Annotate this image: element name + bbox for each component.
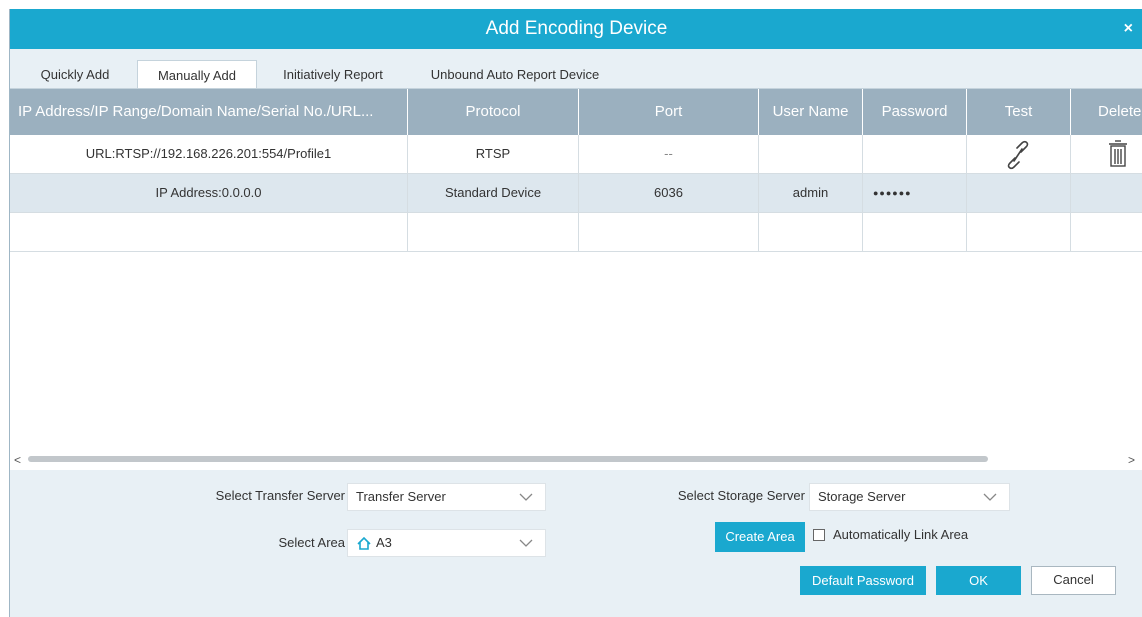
area-value: A3 [376,535,392,550]
trash-icon[interactable] [1107,139,1129,169]
header-address: IP Address/IP Range/Domain Name/Serial N… [10,89,408,135]
ok-button[interactable]: OK [936,566,1021,595]
auto-link-checkbox[interactable] [813,529,825,541]
cell-address: IP Address:0.0.0.0 [10,174,408,212]
cell-address [10,213,408,251]
table-header: IP Address/IP Range/Domain Name/Serial N… [10,89,1142,135]
cell-protocol: RTSP [408,135,579,173]
area-label: Select Area [278,535,346,550]
table-row[interactable]: URL:RTSP://192.168.226.201:554/Profile1 … [10,135,1142,174]
header-password: Password [863,89,967,135]
cell-password[interactable] [863,135,967,173]
cell-password[interactable]: ●●●●●● [863,174,967,212]
dialog-title: Add Encoding Device [485,18,668,39]
link-test-icon[interactable] [1001,140,1035,170]
table-row[interactable] [10,213,1142,252]
cell-port [579,213,759,251]
chevron-down-icon [983,493,997,501]
cell-delete [1071,213,1142,251]
tab-initiatively-report[interactable]: Initiatively Report [268,60,398,89]
title-bar: Add Encoding Device × [10,9,1142,49]
chevron-down-icon [519,539,533,547]
cell-username[interactable] [759,135,863,173]
cell-port: 6036 [579,174,759,212]
cell-username[interactable] [759,213,863,251]
storage-server-select[interactable]: Storage Server [809,483,1010,511]
tab-quickly-add[interactable]: Quickly Add [29,60,121,89]
cell-port: -- [579,135,759,173]
cell-protocol: Standard Device [408,174,579,212]
scroll-thumb[interactable] [28,456,988,462]
area-select[interactable]: A3 [347,529,546,557]
close-icon[interactable]: × [1124,9,1133,49]
tab-unbound-auto-report[interactable]: Unbound Auto Report Device [415,60,615,89]
cell-username[interactable]: admin [759,174,863,212]
cell-test [967,174,1071,212]
transfer-server-label: Select Transfer Server [215,488,345,503]
cancel-button[interactable]: Cancel [1031,566,1116,595]
create-area-button[interactable]: Create Area [715,522,805,552]
header-port: Port [579,89,759,135]
default-password-button[interactable]: Default Password [800,566,926,595]
transfer-server-select[interactable]: Transfer Server [347,483,546,511]
header-delete: Delete [1071,89,1142,135]
table-row[interactable]: IP Address:0.0.0.0 Standard Device 6036 … [10,174,1142,213]
storage-server-value: Storage Server [818,489,906,504]
cell-protocol [408,213,579,251]
cell-address: URL:RTSP://192.168.226.201:554/Profile1 [10,135,408,173]
tab-bar: Quickly Add Manually Add Initiatively Re… [10,49,1142,89]
device-table: IP Address/IP Range/Domain Name/Serial N… [10,89,1142,470]
add-encoding-device-dialog: Add Encoding Device × Quickly Add Manual… [9,9,1142,617]
header-username: User Name [759,89,863,135]
tab-manually-add[interactable]: Manually Add [137,60,257,89]
home-icon [357,537,371,550]
horizontal-scrollbar[interactable]: < > [10,450,1142,470]
header-protocol: Protocol [408,89,579,135]
scroll-left-icon[interactable]: < [14,450,21,470]
auto-link-label: Automatically Link Area [833,527,969,542]
transfer-server-value: Transfer Server [356,489,446,504]
cell-test [967,213,1071,251]
cell-delete [1071,174,1142,212]
cell-test [967,135,1071,173]
storage-server-label: Select Storage Server [677,488,805,503]
chevron-down-icon [519,493,533,501]
cell-password[interactable] [863,213,967,251]
cell-delete [1071,135,1142,173]
scroll-right-icon[interactable]: > [1128,450,1135,470]
header-test: Test [967,89,1071,135]
